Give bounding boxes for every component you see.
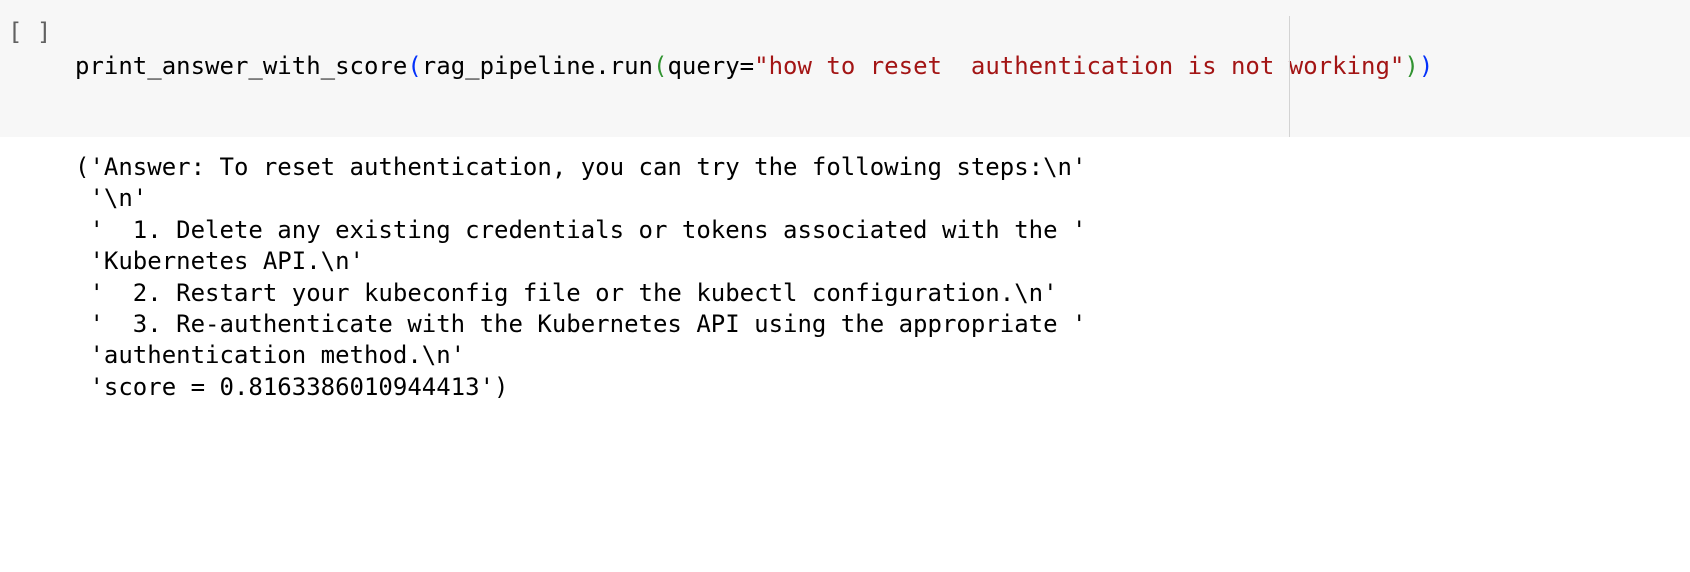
execution-count[interactable]: [ ] bbox=[8, 16, 51, 48]
code-keyword-arg: query= bbox=[667, 52, 755, 80]
code-method-call: rag_pipeline.run bbox=[421, 52, 653, 80]
notebook-cell: [ ] print_answer_with_score(rag_pipeline… bbox=[0, 0, 1690, 572]
editor-ruler bbox=[1289, 16, 1290, 137]
cell-output: ('Answer: To reset authentication, you c… bbox=[75, 152, 1086, 403]
code-cell-input[interactable]: [ ] print_answer_with_score(rag_pipeline… bbox=[0, 0, 1690, 137]
output-line: 'score = 0.8163386010944413') bbox=[75, 372, 509, 401]
output-line: ('Answer: To reset authentication, you c… bbox=[75, 153, 1087, 181]
code-query-string: "how to reset authentication is not work… bbox=[754, 52, 1405, 80]
output-line: ' 1. Delete any existing credentials or … bbox=[75, 215, 1087, 244]
code-open-paren: ( bbox=[407, 52, 422, 80]
code-editor-line[interactable]: print_answer_with_score(rag_pipeline.run… bbox=[75, 49, 1433, 83]
code-function-name: print_answer_with_score bbox=[75, 52, 408, 80]
code-close-paren-inner: ) bbox=[1404, 52, 1419, 80]
code-close-paren: ) bbox=[1418, 52, 1434, 80]
output-line: ' 3. Re-authenticate with the Kubernetes… bbox=[75, 310, 1087, 339]
code-open-paren-inner: ( bbox=[652, 52, 668, 80]
output-line: '\n' bbox=[75, 184, 148, 213]
output-line: 'authentication method.\n' bbox=[75, 341, 466, 370]
output-line: 'Kubernetes API.\n' bbox=[75, 247, 364, 276]
output-line: ' 2. Restart your kubeconfig file or the… bbox=[75, 278, 1058, 307]
